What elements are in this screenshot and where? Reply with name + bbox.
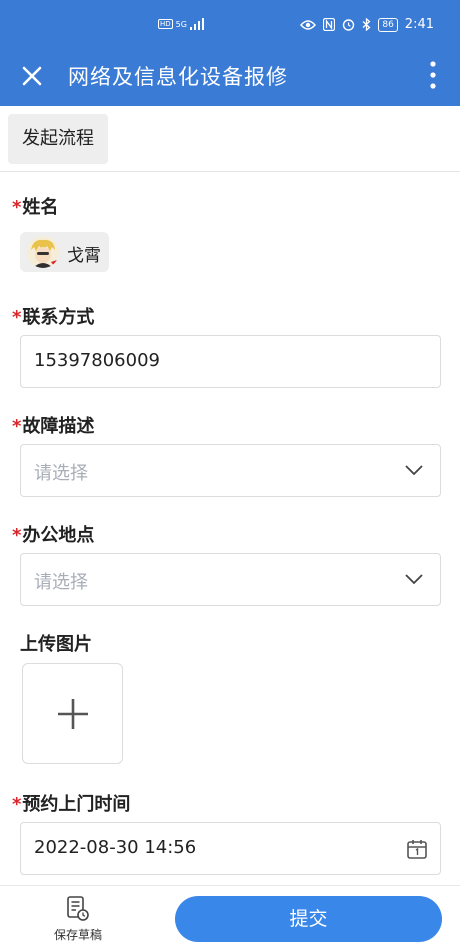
title-bar: 网络及信息化设备报修: [0, 50, 460, 106]
calendar-icon[interactable]: [406, 838, 428, 860]
submit-button[interactable]: 提交: [175, 896, 442, 942]
hd-badge: HD: [158, 19, 173, 29]
contact-label-text: 联系方式: [22, 307, 95, 328]
required-mark: *: [12, 307, 22, 328]
status-icons: 86 2:41: [300, 17, 434, 32]
nfc-icon: [323, 18, 336, 31]
fault-label-text: 故障描述: [22, 416, 95, 437]
more-vertical-icon[interactable]: [428, 60, 438, 90]
battery-indicator: 86: [378, 17, 398, 32]
required-mark: *: [12, 794, 22, 815]
required-mark: *: [12, 197, 22, 218]
upload-image-button[interactable]: [22, 663, 123, 764]
action-bar: 发起流程: [0, 106, 460, 172]
start-process-button[interactable]: 发起流程: [8, 114, 108, 164]
fault-label: *故障描述: [12, 412, 94, 438]
close-icon[interactable]: [20, 64, 44, 88]
plus-icon: [58, 699, 88, 729]
draft-icon: [67, 896, 89, 921]
name-label-text: 姓名: [22, 197, 59, 218]
office-label-text: 办公地点: [22, 525, 95, 546]
avatar: [27, 236, 59, 268]
clock: 2:41: [404, 17, 434, 32]
office-label: *办公地点: [12, 521, 94, 547]
appointment-value: 2022-08-30 14:56: [34, 837, 197, 858]
contact-label: *联系方式: [12, 303, 94, 329]
eye-icon: [300, 19, 317, 30]
bluetooth-icon: [362, 18, 371, 31]
upload-label: 上传图片: [20, 634, 92, 655]
page-title: 网络及信息化设备报修: [68, 65, 288, 89]
network-status: HD 5G: [158, 18, 204, 30]
app-header: HD 5G 86 2:41 网络及信息化设备报修: [0, 0, 460, 106]
appointment-label-text: 预约上门时间: [22, 794, 131, 815]
contact-input[interactable]: 15397806009: [20, 335, 441, 388]
alarm-icon: [343, 19, 355, 31]
chevron-down-icon: [405, 574, 423, 585]
user-name: 戈霄: [67, 246, 101, 266]
status-bar: HD 5G 86 2:41: [0, 0, 460, 50]
office-select[interactable]: 请选择: [20, 553, 441, 606]
required-mark: *: [12, 525, 22, 546]
save-draft-label: 保存草稿: [53, 928, 102, 942]
network-type: 5G: [175, 19, 187, 29]
signal-icon: [189, 18, 204, 30]
office-placeholder: 请选择: [34, 572, 88, 593]
appointment-input[interactable]: 2022-08-30 14:56: [20, 822, 441, 875]
appointment-label: *预约上门时间: [12, 790, 130, 816]
save-draft-button[interactable]: 保存草稿: [44, 896, 112, 946]
fault-select[interactable]: 请选择: [20, 444, 441, 497]
name-label: *姓名: [12, 193, 58, 219]
bottom-bar: 保存草稿 提交: [0, 885, 460, 949]
contact-value: 15397806009: [34, 350, 160, 371]
fault-placeholder: 请选择: [34, 463, 88, 484]
chevron-down-icon: [405, 465, 423, 476]
required-mark: *: [12, 416, 22, 437]
user-chip[interactable]: 戈霄: [20, 232, 109, 272]
